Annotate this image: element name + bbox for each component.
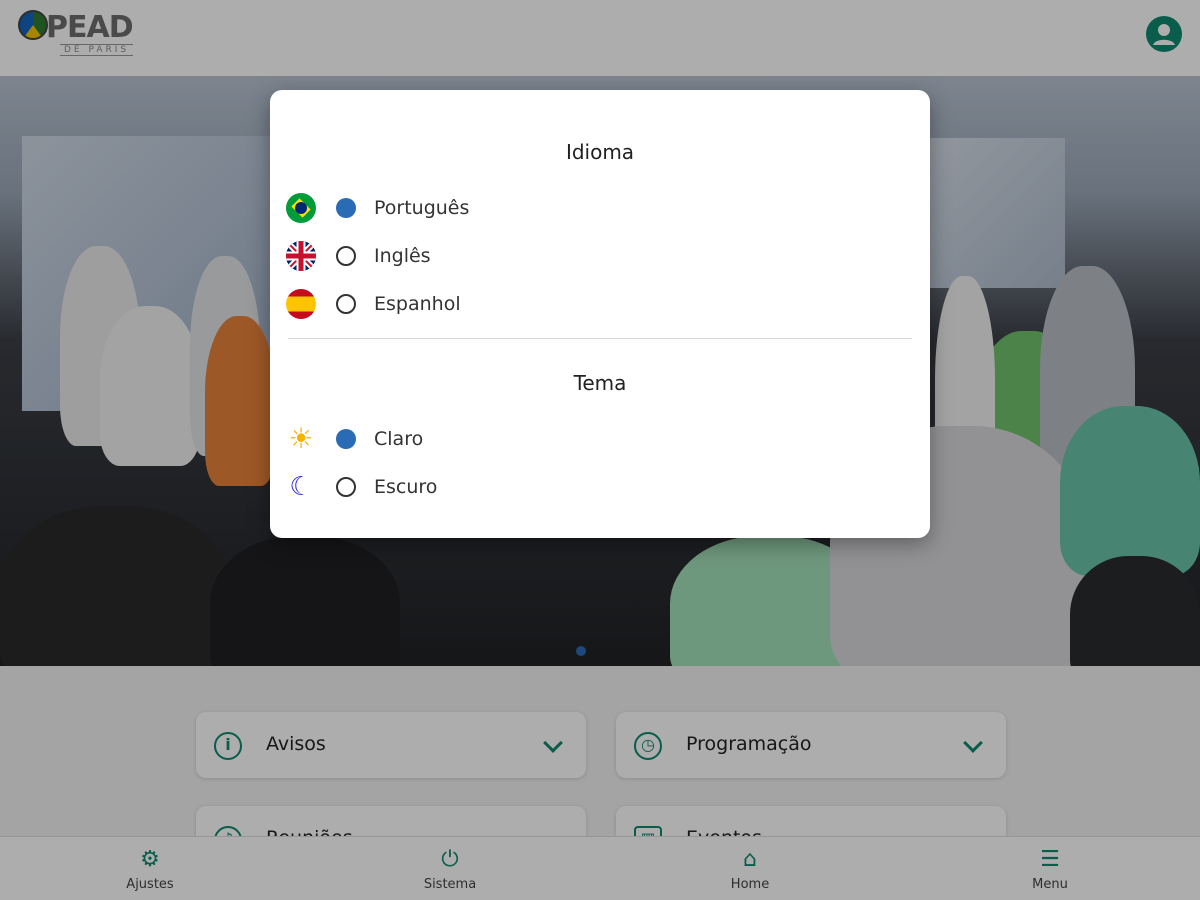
language-option-ingles[interactable]: Inglês bbox=[286, 237, 906, 277]
radio-escuro[interactable] bbox=[336, 477, 356, 497]
radio-claro[interactable] bbox=[336, 429, 356, 449]
moon-icon: ☾ bbox=[289, 472, 313, 502]
option-label: Inglês bbox=[374, 245, 431, 267]
option-label: Claro bbox=[374, 428, 424, 450]
language-section-title: Idioma bbox=[565, 140, 635, 164]
language-option-espanhol[interactable]: Espanhol bbox=[286, 285, 906, 325]
dialog-divider bbox=[288, 338, 912, 339]
radio-ingles[interactable] bbox=[336, 246, 356, 266]
option-label: Escuro bbox=[374, 476, 438, 498]
spain-flag-icon bbox=[286, 289, 316, 319]
theme-option-claro[interactable]: ☀ Claro bbox=[286, 420, 906, 460]
option-label: Espanhol bbox=[374, 293, 461, 315]
sun-icon: ☀ bbox=[288, 424, 314, 454]
settings-dialog: Idioma Português Inglês Espanhol Tema ☀ … bbox=[270, 90, 930, 538]
brazil-flag-icon bbox=[286, 193, 316, 223]
option-label: Português bbox=[374, 197, 470, 219]
radio-portugues[interactable] bbox=[336, 198, 356, 218]
radio-espanhol[interactable] bbox=[336, 294, 356, 314]
language-option-portugues[interactable]: Português bbox=[286, 189, 906, 229]
uk-flag-icon bbox=[286, 241, 316, 271]
theme-option-escuro[interactable]: ☾ Escuro bbox=[286, 468, 906, 508]
theme-section-title: Tema bbox=[573, 371, 627, 395]
